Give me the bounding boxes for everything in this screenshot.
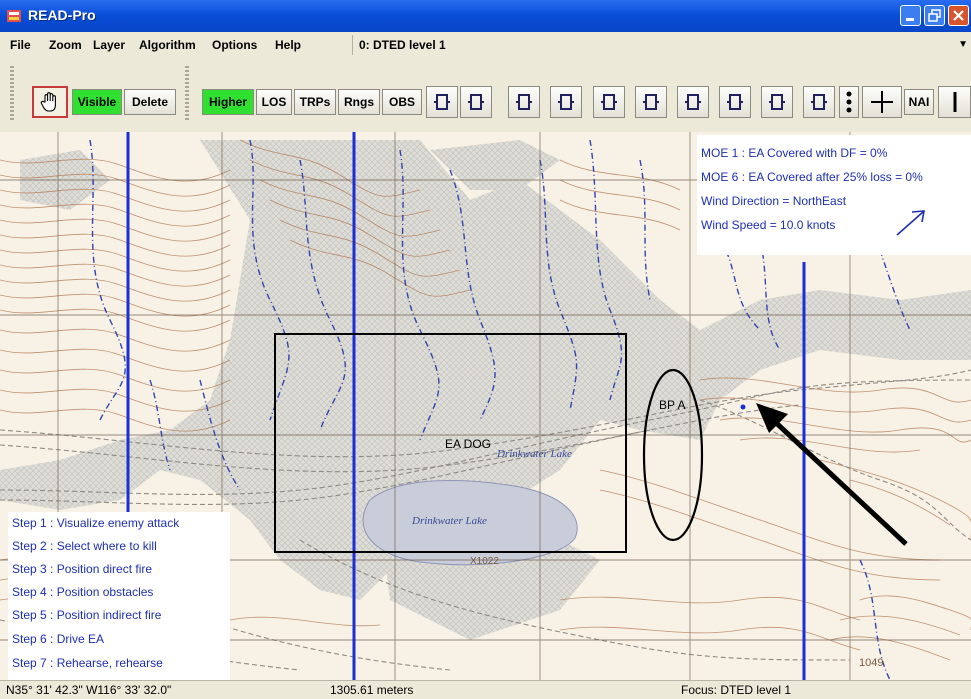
arrow-northeast-icon [896, 210, 925, 236]
chevron-down-icon: ▼ [958, 39, 968, 50]
wind-direction-text: Wind Direction = NorthEast [701, 194, 847, 208]
lake-label-1: Drinkwater Lake [497, 448, 572, 460]
bracket-square-icon [558, 94, 574, 110]
title-bar: READ-Pro [0, 0, 971, 32]
step-2-text: Step 2 : Select where to kill [12, 539, 157, 553]
bracket-square-icon [727, 94, 743, 110]
close-button[interactable] [948, 5, 969, 26]
step-6-text: Step 6 : Drive EA [12, 632, 105, 646]
square-tool-button-4[interactable] [550, 86, 582, 118]
steps-panel: Step 1 : Visualize enemy attack Step 2 :… [8, 512, 230, 680]
los-button[interactable]: LOS [256, 89, 292, 115]
square-tool-button-1[interactable] [426, 86, 458, 118]
trps-button[interactable]: TRPs [294, 89, 336, 115]
target-point[interactable] [740, 404, 746, 410]
menu-options[interactable]: Options [212, 38, 257, 52]
status-bar: N35° 31' 42.3" W116° 33' 32.0" 1305.61 m… [0, 680, 971, 699]
bracket-square-icon [468, 94, 484, 110]
minimize-icon [906, 18, 914, 21]
obs-button[interactable]: OBS [382, 89, 422, 115]
rngs-button[interactable]: Rngs [338, 89, 380, 115]
elevation-label-1049: 1049 [859, 657, 884, 669]
nai-button[interactable]: NAI [904, 89, 934, 115]
window-title: READ-Pro [28, 7, 96, 23]
crosshair-tool-button[interactable] [862, 86, 902, 118]
menu-algorithm[interactable]: Algorithm [139, 38, 196, 52]
bracket-square-icon [516, 94, 532, 110]
pan-button[interactable] [32, 86, 68, 118]
bracket-square-icon [601, 94, 617, 110]
delete-button[interactable]: Delete [124, 89, 176, 115]
square-tool-button-3[interactable] [508, 86, 540, 118]
maximize-button[interactable] [924, 5, 945, 26]
moe-panel: MOE 1 : EA Covered with DF = 0% MOE 6 : … [697, 135, 971, 255]
higher-button[interactable]: Higher [202, 89, 254, 115]
layer-select[interactable]: 0: DTED level 1 ▼ [352, 35, 971, 55]
step-3-text: Step 3 : Position direct fire [12, 562, 153, 576]
bracket-square-icon [434, 94, 450, 110]
line-tool-button[interactable] [938, 86, 971, 118]
crosshair-icon [871, 91, 893, 113]
menu-zoom[interactable]: Zoom [49, 38, 82, 52]
cursor-coordinates: N35° 31' 42.3" W116° 33' 32.0" [6, 683, 172, 697]
elevation-label-1022: X1022 [470, 556, 499, 567]
square-tool-button-9[interactable] [761, 86, 793, 118]
square-tool-button-5[interactable] [593, 86, 625, 118]
lake-label-2: Drinkwater Lake [412, 515, 487, 527]
menu-bar: File Zoom Layer Algorithm Options Help 0… [0, 32, 971, 59]
pointer-arrow [756, 403, 908, 546]
app-icon [7, 10, 21, 22]
square-tool-button-8[interactable] [719, 86, 751, 118]
moe-6-text: MOE 6 : EA Covered after 25% loss = 0% [701, 170, 923, 184]
bracket-square-icon [685, 94, 701, 110]
step-7-text: Step 7 : Rehearse, rehearse [12, 656, 163, 670]
square-tool-button-7[interactable] [677, 86, 709, 118]
bracket-square-icon [769, 94, 785, 110]
restore-icon [928, 9, 941, 22]
square-tool-button-6[interactable] [635, 86, 667, 118]
focus-status: Focus: DTED level 1 [681, 683, 792, 697]
layer-select-value: 0: DTED level 1 [359, 38, 446, 52]
step-5-text: Step 5 : Position indirect fire [12, 608, 162, 622]
minimize-button[interactable] [900, 5, 921, 26]
toolbar-grip[interactable] [10, 66, 14, 122]
wind-speed-text: Wind Speed = 10.0 knots [701, 218, 836, 232]
dots-tool-button[interactable] [839, 86, 859, 118]
step-4-text: Step 4 : Position obstacles [12, 585, 154, 599]
bracket-square-icon [811, 94, 827, 110]
square-tool-button-2[interactable] [460, 86, 492, 118]
bracket-square-icon [643, 94, 659, 110]
toolbar-grip-2[interactable] [185, 66, 189, 122]
vertical-dots-icon [846, 91, 852, 113]
step-1-text: Step 1 : Visualize enemy attack [12, 516, 180, 530]
close-icon [953, 10, 964, 21]
distance-readout: 1305.61 meters [330, 683, 414, 697]
ea-dog-label: EA DOG [445, 437, 492, 451]
bp-a-label: BP A [659, 398, 686, 412]
menu-layer[interactable]: Layer [93, 38, 125, 52]
moe-1-text: MOE 1 : EA Covered with DF = 0% [701, 146, 888, 160]
visible-button[interactable]: Visible [72, 89, 122, 115]
square-tool-button-10[interactable] [803, 86, 835, 118]
toolbar: Visible Delete Higher LOS TRPs Rngs OBS … [0, 58, 971, 132]
vertical-line-icon [953, 92, 956, 112]
menu-help[interactable]: Help [275, 38, 301, 52]
menu-file[interactable]: File [10, 38, 31, 52]
hand-icon [40, 92, 56, 112]
